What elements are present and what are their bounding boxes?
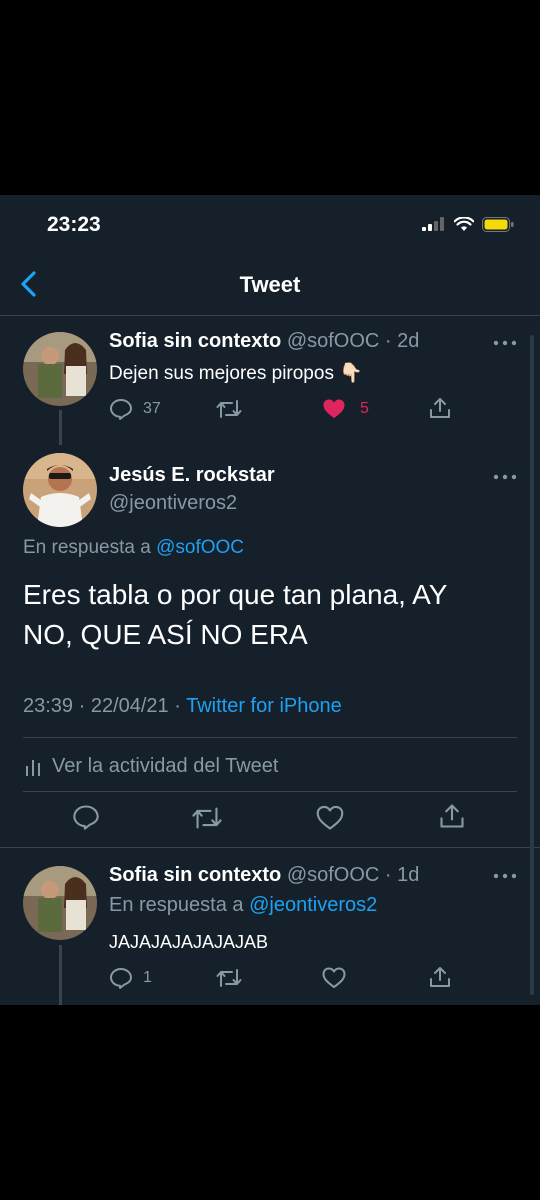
avatar-photo <box>23 332 97 406</box>
status-bar: 23:23 <box>0 195 540 255</box>
share-button[interactable] <box>428 396 452 420</box>
more-options-icon[interactable] <box>492 472 518 482</box>
battery-icon <box>482 216 514 232</box>
like-button[interactable] <box>316 805 344 831</box>
heart-outline-icon <box>316 805 344 830</box>
tweet-text: Eres tabla o por que tan plana, AY NO, Q… <box>23 579 447 650</box>
divider <box>0 847 540 848</box>
retweet-button[interactable] <box>216 398 242 420</box>
divider <box>23 737 517 738</box>
replying-to: En respuesta a @sofOOC <box>23 537 244 559</box>
tweet-timestamp-row: 23:39 · 22/04/21 · Twitter for iPhone <box>23 695 342 718</box>
author-name[interactable]: Sofia sin contexto <box>109 864 281 886</box>
replying-to-handle[interactable]: @jeontiveros2 <box>249 894 377 916</box>
reply-count: 1 <box>143 969 152 986</box>
tweet-activity-label: Ver la actividad del Tweet <box>52 755 279 777</box>
like-button[interactable] <box>322 967 346 989</box>
avatar-photo <box>23 453 97 527</box>
thread-line <box>59 410 62 445</box>
retweet-icon <box>192 807 222 829</box>
share-icon <box>440 804 464 828</box>
like-count: 5 <box>360 400 369 417</box>
analytics-icon <box>26 759 40 776</box>
status-icons <box>422 216 514 232</box>
tweet-source-link[interactable]: Twitter for iPhone <box>186 695 342 717</box>
avatar[interactable] <box>23 332 97 406</box>
more-options-icon[interactable] <box>492 871 518 881</box>
tweet-header: Sofia sin contexto @sofOOC · 2d <box>109 330 419 353</box>
reply-icon <box>110 399 132 420</box>
retweet-button[interactable] <box>191 805 223 831</box>
replying-to: En respuesta a @jeontiveros2 <box>109 894 377 917</box>
share-button[interactable] <box>438 802 466 830</box>
tweet-text: JAJAJAJAJAJAJAB <box>109 932 269 952</box>
replying-to-handle[interactable]: @sofOOC <box>156 537 244 558</box>
author-name[interactable]: Sofia sin contexto <box>109 330 281 352</box>
wifi-icon <box>454 216 474 231</box>
replying-to-label: En respuesta a <box>23 537 151 558</box>
retweet-icon <box>216 400 242 418</box>
page-title: Tweet <box>239 272 301 297</box>
divider <box>23 791 517 792</box>
more-options-icon[interactable] <box>492 338 518 348</box>
retweet-button[interactable] <box>216 967 242 989</box>
like-button[interactable]: 5 <box>322 398 369 420</box>
reply-count: 37 <box>143 400 161 417</box>
scrollbar[interactable] <box>530 335 534 995</box>
replying-to-label: En respuesta a <box>109 894 244 916</box>
reply-icon <box>73 805 99 830</box>
tweet-timestamp: 23:39 · 22/04/21 · <box>23 695 181 717</box>
author-handle-time: @sofOOC · 2d <box>286 330 420 352</box>
avatar-photo <box>23 866 97 940</box>
share-button[interactable] <box>428 965 452 989</box>
reply-button[interactable] <box>72 804 100 830</box>
tweet-activity-button[interactable]: Ver la actividad del Tweet <box>23 755 278 778</box>
tweet-header: Sofia sin contexto @sofOOC · 1d <box>109 864 419 887</box>
avatar[interactable] <box>23 453 97 527</box>
heart-filled-icon <box>323 399 345 418</box>
tweet-screen: 23:23 Tweet Sofia sin contexto @sofOOC ·… <box>0 195 540 1005</box>
author-handle[interactable]: @jeontiveros2 <box>109 492 237 515</box>
reply-icon <box>110 968 132 989</box>
avatar[interactable] <box>23 866 97 940</box>
author-name[interactable]: Jesús E. rockstar <box>109 464 275 487</box>
author-handle-time: @sofOOC · 1d <box>286 864 420 886</box>
signal-icon <box>422 217 444 231</box>
share-icon <box>430 967 450 987</box>
status-time: 23:23 <box>47 213 101 236</box>
share-icon <box>430 398 450 418</box>
thread-line <box>59 945 62 1005</box>
tweet-text: Dejen sus mejores piropos 👇🏻 <box>109 363 363 384</box>
nav-bar: Tweet <box>0 255 540 316</box>
reply-button[interactable]: 1 <box>109 967 152 989</box>
reply-button[interactable]: 37 <box>109 398 161 420</box>
retweet-icon <box>216 969 242 987</box>
heart-outline-icon <box>322 967 346 988</box>
